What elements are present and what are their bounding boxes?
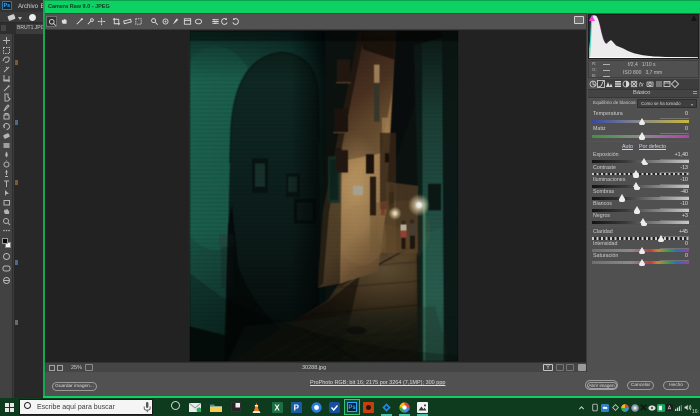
svg-text:X: X [274, 404, 280, 413]
svg-text:A: A [668, 406, 672, 411]
svg-text:fx: fx [639, 83, 645, 89]
svg-text:P: P [294, 404, 300, 413]
